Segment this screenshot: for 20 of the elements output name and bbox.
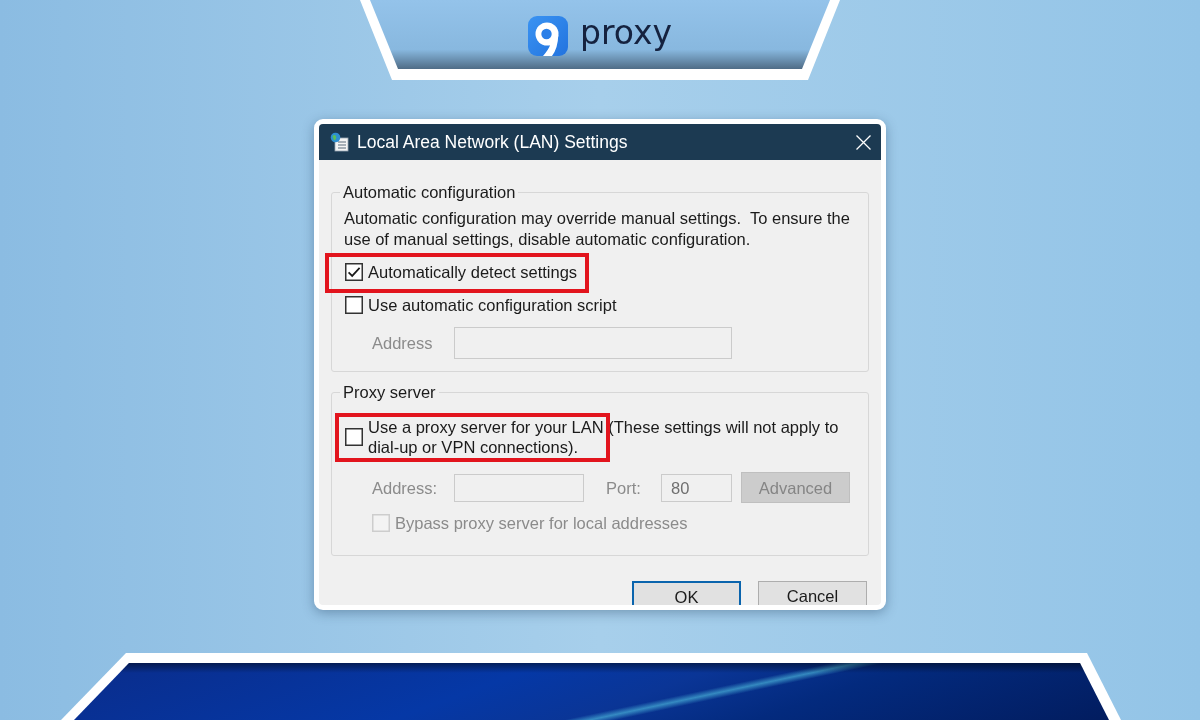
window-title: Local Area Network (LAN) Settings (357, 131, 628, 153)
description-text: Automatic configuration may override manual settings. To ensure the use of manual settings, disable automatic configuration. (344, 208, 851, 250)
checkbox-label: Use a proxy server for your LAN (These settings will not apply to dial-up or VPN connections). (368, 417, 840, 457)
field-label: Address (372, 333, 434, 353)
document-globe-icon (330, 132, 350, 152)
close-icon (855, 134, 871, 150)
checkbox[interactable] (345, 263, 363, 281)
logo-icon (528, 15, 568, 56)
checkbox[interactable] (345, 296, 363, 314)
field-label: Address: (372, 477, 439, 498)
group-label: Proxy server (342, 382, 437, 402)
checkbox-label: Use automatic configuration script (368, 295, 617, 315)
checkbox-label: Bypass proxy server for local addresses (395, 513, 688, 533)
dialog-button[interactable]: OK (632, 581, 741, 605)
checkbox[interactable] (345, 428, 363, 446)
logo-text: proxy (580, 12, 672, 53)
dialog-button[interactable]: Cancel (758, 581, 867, 605)
checkbox-label: Automatically detect settings (368, 262, 578, 282)
group-label: Automatic configuration (342, 182, 517, 202)
field-label: Port: (606, 477, 642, 498)
